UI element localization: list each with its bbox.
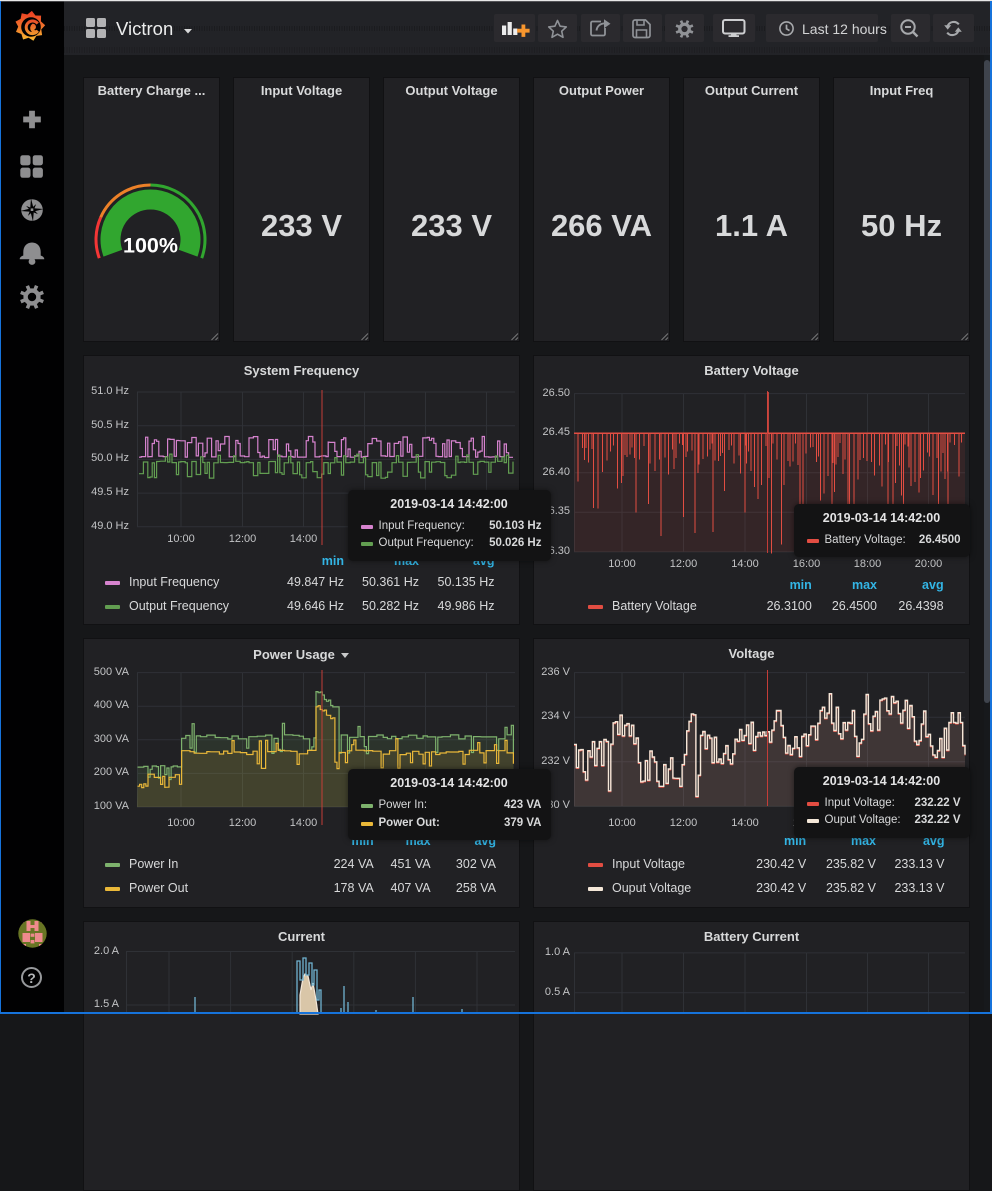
svg-text:100%: 100% <box>123 234 178 258</box>
